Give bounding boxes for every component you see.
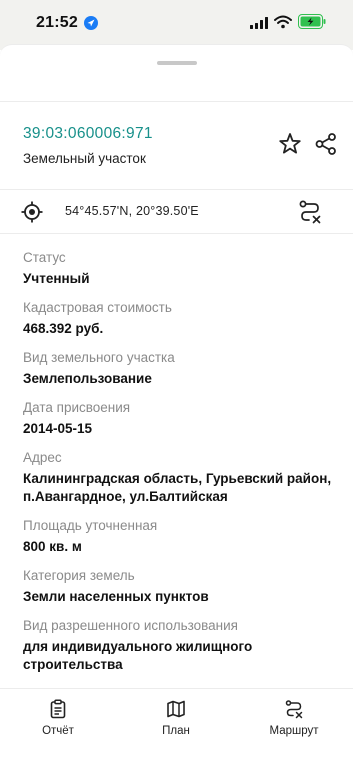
route-icon[interactable] <box>297 199 323 225</box>
field-value: Землепользование <box>23 371 152 386</box>
bottom-tab-bar: Отчёт План Маршрут <box>0 688 353 767</box>
status-time: 21:52 <box>36 14 78 31</box>
route-icon <box>285 700 303 719</box>
field-value: 800 кв. м <box>23 539 82 554</box>
cellular-signal-icon <box>250 17 268 29</box>
field-permitted-use: Вид разрешенного использования для индив… <box>23 617 333 674</box>
field-assignment-date: Дата присвоения 2014-05-15 <box>23 399 333 438</box>
field-label: Статус <box>23 250 66 265</box>
sheet-grab-handle[interactable] <box>157 61 197 65</box>
divider <box>0 233 353 234</box>
object-type: Земельный участок <box>23 151 146 166</box>
field-value: 2014-05-15 <box>23 421 93 436</box>
cadastral-number[interactable]: 39:03:060006:971 <box>23 125 153 143</box>
location-arrow-icon <box>84 16 98 30</box>
map-icon <box>167 700 185 718</box>
battery-charging-icon <box>298 14 326 29</box>
coordinates-text[interactable]: 54°45.57'N, 20°39.50'E <box>65 204 199 218</box>
favorite-star-icon[interactable] <box>277 131 303 157</box>
tab-report-label: Отчёт <box>42 725 74 737</box>
field-area: Площадь уточненная 800 кв. м <box>23 517 333 556</box>
divider <box>0 101 353 102</box>
field-land-kind: Вид земельного участка Землепользование <box>23 349 333 388</box>
status-bar: 21:52 <box>0 0 353 50</box>
field-list: Статус Учтенный Кадастровая стоимость 46… <box>23 249 333 685</box>
crosshair-target-icon[interactable] <box>21 201 43 223</box>
object-header: 39:03:060006:971 Земельный участок <box>0 125 353 175</box>
share-icon[interactable] <box>313 131 339 157</box>
field-land-category: Категория земель Земли населенных пункто… <box>23 567 333 606</box>
clipboard-icon <box>50 699 66 719</box>
field-label: Площадь уточненная <box>23 518 158 533</box>
field-label: Вид разрешенного использования <box>23 618 238 633</box>
divider <box>0 189 353 190</box>
field-cadastral-value: Кадастровая стоимость 468.392 руб. <box>23 299 333 338</box>
field-value: 468.392 руб. <box>23 321 104 336</box>
tab-plan-label: План <box>162 725 190 737</box>
tab-route[interactable]: Маршрут <box>249 699 339 737</box>
field-value: Учтенный <box>23 271 90 286</box>
object-details-sheet: 39:03:060006:971 Земельный участок 54°45… <box>0 44 353 767</box>
field-label: Адрес <box>23 450 62 465</box>
field-address: Адрес Калининградская область, Гурьевски… <box>23 449 333 506</box>
field-value: для индивидуального жилищного строительс… <box>23 639 253 672</box>
tab-route-label: Маршрут <box>269 725 319 737</box>
field-status: Статус Учтенный <box>23 249 333 288</box>
wifi-icon <box>274 15 292 29</box>
field-label: Кадастровая стоимость <box>23 300 172 315</box>
coordinates-row: 54°45.57'N, 20°39.50'E <box>0 191 353 233</box>
field-label: Дата присвоения <box>23 400 131 415</box>
field-value: Земли населенных пунктов <box>23 589 209 604</box>
app-screen: 21:52 39:03:060006:971 Земельный участок… <box>0 0 353 767</box>
field-label: Вид земельного участка <box>23 350 175 365</box>
tab-plan[interactable]: План <box>131 699 221 737</box>
field-label: Категория земель <box>23 568 135 583</box>
field-value: Калининградская область, Гурьевский райо… <box>23 471 332 504</box>
tab-report[interactable]: Отчёт <box>13 699 103 737</box>
